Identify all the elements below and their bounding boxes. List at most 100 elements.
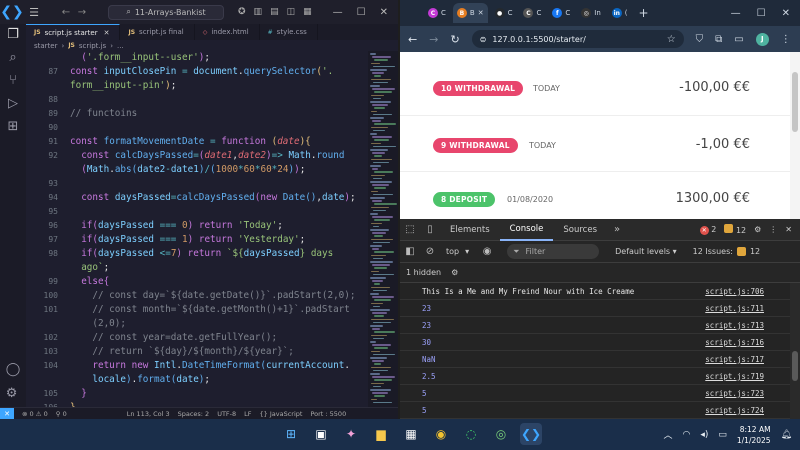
browser-tab[interactable]: B B ✕: [452, 3, 488, 23]
page-scrollbar[interactable]: [790, 52, 800, 219]
tab-script-starter[interactable]: JS script.js starter ✕: [26, 24, 121, 40]
tab-index-html[interactable]: ◇ index.html: [195, 24, 260, 40]
more-tabs-icon[interactable]: »: [607, 224, 627, 235]
maximize-icon[interactable]: ☐: [757, 8, 766, 19]
battery-icon[interactable]: ▭: [718, 430, 727, 440]
tab-style-css[interactable]: # style.css: [260, 24, 318, 40]
code-line[interactable]: 88: [26, 93, 368, 107]
device-toolbar-icon[interactable]: ▯: [420, 224, 440, 235]
bookmark-star-icon[interactable]: ☆: [667, 34, 676, 45]
remote-icon[interactable]: ✕: [0, 407, 14, 420]
code-line[interactable]: 96 if(daysPassed === 0) return 'Today';: [26, 219, 368, 233]
back-arrow-icon[interactable]: ←: [408, 33, 417, 46]
menu-icon[interactable]: ☰: [24, 6, 44, 19]
log-source-link[interactable]: script.js:724: [705, 406, 764, 415]
cursor-position[interactable]: Ln 113, Col 3: [127, 410, 170, 418]
code-line[interactable]: 94 const daysPassed=calcDaysPassed(new D…: [26, 191, 368, 205]
notification-bell-icon[interactable]: 🔔︎: [781, 430, 792, 440]
code-line[interactable]: 103 // return `${day}/${month}/${year}`;: [26, 345, 368, 359]
account-icon[interactable]: ◯: [6, 363, 21, 377]
code-line[interactable]: 92 const calcDaysPassed=(date1,date2)=> …: [26, 149, 368, 163]
back-arrow-icon[interactable]: ←: [58, 7, 74, 18]
search-icon[interactable]: ⌕: [9, 51, 16, 65]
console-scrollbar[interactable]: [790, 283, 800, 419]
error-counter[interactable]: ✕ 2: [699, 225, 716, 235]
code-line[interactable]: ago`;: [26, 261, 368, 275]
sidebar-icon[interactable]: ▭: [734, 34, 743, 45]
browser-tab[interactable]: CC: [424, 3, 450, 23]
minimize-icon[interactable]: —: [731, 8, 741, 19]
forward-arrow-icon[interactable]: →: [429, 33, 438, 46]
reload-icon[interactable]: ↻: [450, 33, 459, 46]
code-line[interactable]: locale).format(date);: [26, 373, 368, 387]
eol-status[interactable]: LF: [244, 410, 251, 418]
browser-tab[interactable]: ◎ In: [577, 3, 605, 23]
close-icon[interactable]: ✕: [380, 7, 388, 18]
layout-secondary-icon[interactable]: ◫: [287, 7, 296, 17]
code-line[interactable]: 97 if(daysPassed === 1) return 'Yesterda…: [26, 233, 368, 247]
wifi-icon[interactable]: ◠: [682, 430, 690, 440]
customize-layout-icon[interactable]: ▦: [303, 7, 312, 17]
clock[interactable]: 8:12 AM 1/1/2025: [737, 424, 771, 446]
extensions-icon[interactable]: ⊞: [8, 120, 19, 134]
code-line[interactable]: 101 // const month=`${date.getMonth()+1}…: [26, 303, 368, 317]
explorer-icon[interactable]: ❐: [7, 28, 19, 42]
code-line[interactable]: form__input--pin');: [26, 79, 368, 93]
minimize-icon[interactable]: —: [333, 7, 343, 18]
source-control-icon[interactable]: ⑂: [9, 74, 17, 88]
browser-tab[interactable]: CC: [519, 3, 545, 23]
whatsapp-icon[interactable]: ◌: [460, 423, 482, 445]
context-selector[interactable]: top ▾: [446, 247, 469, 256]
start-button[interactable]: ⊞: [280, 423, 302, 445]
browser-tab[interactable]: in(: [608, 3, 632, 23]
file-explorer-icon[interactable]: ▆: [370, 423, 392, 445]
close-icon[interactable]: ✕: [785, 225, 792, 234]
vscode-taskbar-icon[interactable]: ❮❯: [520, 423, 542, 445]
code-line[interactable]: 95: [26, 205, 368, 219]
console-settings-icon[interactable]: ⚙: [451, 268, 458, 277]
inspect-element-icon[interactable]: ⬚: [400, 224, 420, 235]
copilot-icon[interactable]: ✦: [340, 423, 362, 445]
code-line[interactable]: 98 if(daysPassed <=7) return `${daysPass…: [26, 247, 368, 261]
code-line[interactable]: 104 return new Intl.DateTimeFormat(curre…: [26, 359, 368, 373]
code-line[interactable]: 89 // functoins: [26, 107, 368, 121]
code-line[interactable]: 102 // const year=date.getFullYear();: [26, 331, 368, 345]
code-line[interactable]: 100 // const day=`${date.getDate()}`.pad…: [26, 289, 368, 303]
chevron-up-icon[interactable]: ︿: [663, 428, 672, 441]
code-line[interactable]: ('.form__input--user');: [26, 51, 368, 65]
log-source-link[interactable]: script.js:716: [705, 338, 764, 347]
avatar[interactable]: J: [755, 32, 769, 46]
problems-status[interactable]: ⊗ 0 ⚠ 0: [22, 410, 48, 418]
command-center-search[interactable]: ⌕ 11-Arrays-Bankist: [108, 4, 224, 20]
filter-input[interactable]: ⏷ Filter: [507, 244, 600, 259]
close-icon[interactable]: ✕: [782, 8, 790, 19]
tab-sources[interactable]: Sources: [553, 219, 607, 241]
code-line[interactable]: 91 const formatMovementDate = function (d…: [26, 135, 368, 149]
encoding-status[interactable]: UTF-8: [217, 410, 236, 418]
scrollbar-thumb[interactable]: [792, 351, 798, 381]
layout-sidebar-icon[interactable]: ▥: [254, 7, 263, 17]
ports-icon[interactable]: ⚲ 0: [56, 410, 67, 418]
log-levels-dropdown[interactable]: Default levels ▾: [615, 247, 677, 256]
sidebar-toggle-icon[interactable]: ◧: [400, 246, 420, 257]
tab-console[interactable]: Console: [499, 219, 554, 241]
tab-elements[interactable]: Elements: [440, 219, 500, 241]
copilot-icon[interactable]: ✪: [238, 7, 246, 17]
close-tab-icon[interactable]: ✕: [104, 29, 110, 37]
code-editor[interactable]: ('.form__input--user'); 87 const inputClos…: [26, 51, 368, 407]
log-source-link[interactable]: script.js:719: [705, 372, 764, 381]
new-tab-icon[interactable]: +: [639, 6, 649, 20]
log-source-link[interactable]: script.js:706: [705, 287, 764, 296]
breadcrumb-symbol[interactable]: ...: [117, 42, 124, 50]
code-line[interactable]: 87 const inputClosePin = document.querySe…: [26, 65, 368, 79]
eye-icon[interactable]: ◉: [477, 246, 497, 257]
breadcrumb-file[interactable]: script.js: [79, 42, 106, 50]
log-source-link[interactable]: script.js:711: [705, 304, 764, 313]
code-line[interactable]: (2,0);: [26, 317, 368, 331]
code-line[interactable]: 99 else{: [26, 275, 368, 289]
layout-panel-icon[interactable]: ▤: [270, 7, 279, 17]
code-line[interactable]: 93: [26, 177, 368, 191]
extension-shield-icon[interactable]: ⛉: [696, 34, 704, 45]
forward-arrow-icon[interactable]: →: [74, 7, 90, 18]
code-line[interactable]: 90: [26, 121, 368, 135]
